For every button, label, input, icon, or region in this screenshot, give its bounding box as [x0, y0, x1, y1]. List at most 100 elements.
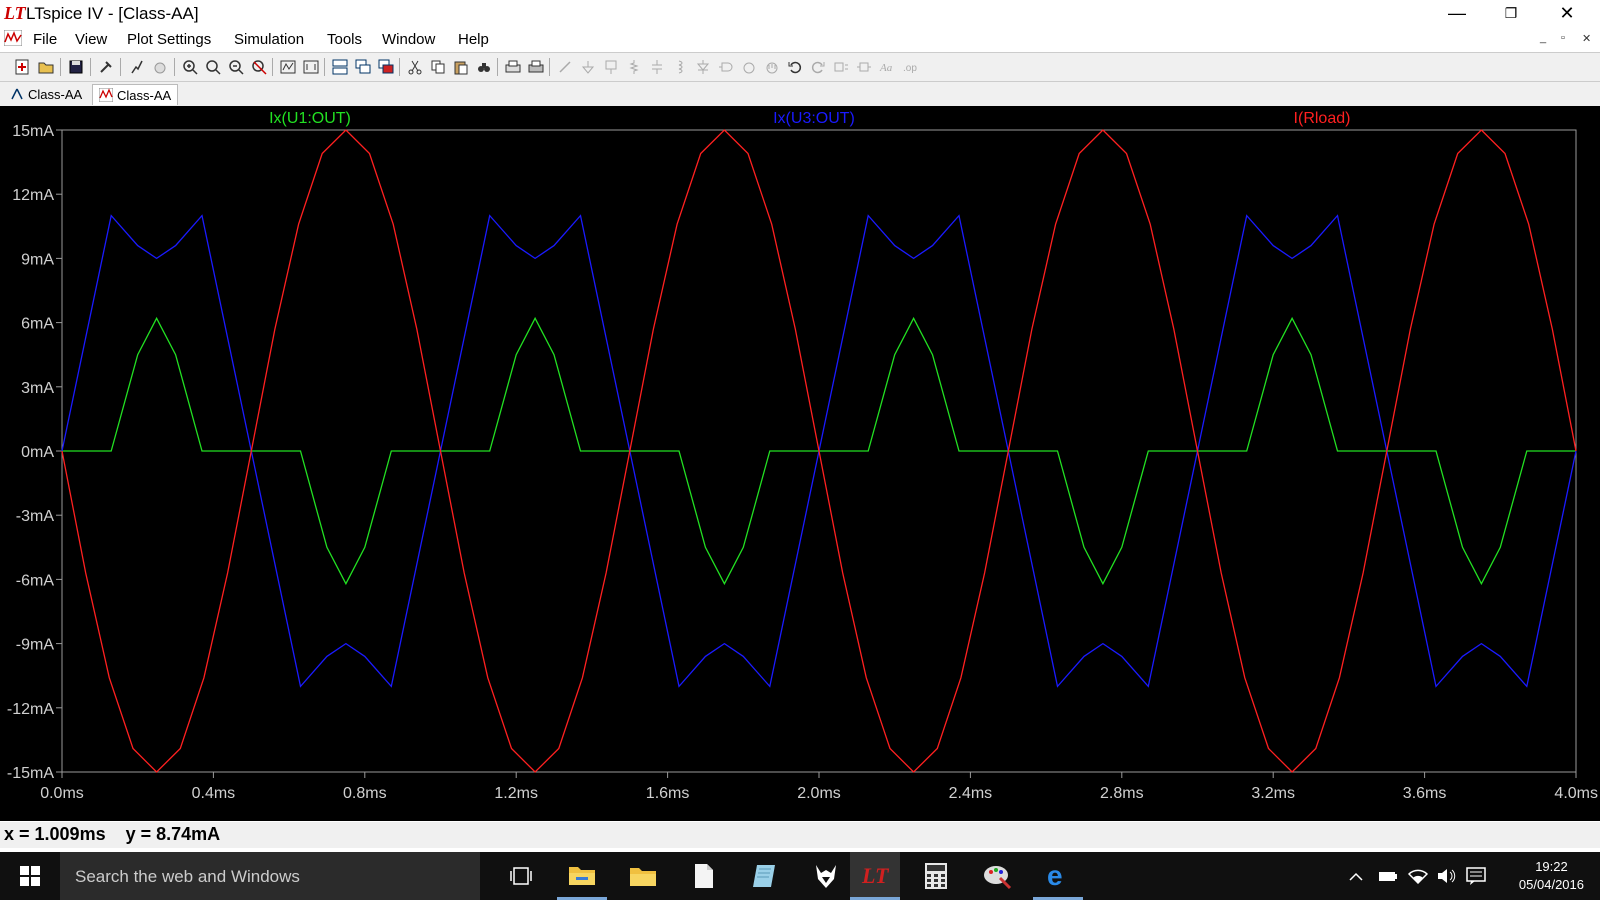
- x-tick-label: 1.6ms: [646, 785, 690, 802]
- open-folder-icon[interactable]: [36, 57, 56, 77]
- cut-icon[interactable]: [405, 57, 425, 77]
- x-tick-label: 3.2ms: [1251, 785, 1295, 802]
- show-hidden-icons-chevron-icon[interactable]: [1346, 866, 1366, 886]
- x-tick-label: 0.0ms: [40, 785, 84, 802]
- print-icon[interactable]: [526, 57, 546, 77]
- capacitor-icon[interactable]: [647, 57, 667, 77]
- taskbar-calculator[interactable]: [911, 852, 961, 900]
- text-icon[interactable]: Aa: [877, 57, 897, 77]
- taskbar-folder[interactable]: [618, 852, 668, 900]
- component-icon[interactable]: [716, 57, 736, 77]
- volume-icon[interactable]: [1436, 866, 1456, 886]
- menu-plot-settings[interactable]: Plot Settings: [127, 31, 211, 48]
- close-button[interactable]: ✕: [1542, 0, 1592, 28]
- mdi-close-button[interactable]: ✕: [1582, 32, 1591, 45]
- x-tick-label: 2.8ms: [1100, 785, 1144, 802]
- zoom-pan-icon[interactable]: [203, 57, 223, 77]
- menu-view[interactable]: View: [75, 31, 107, 48]
- y-tick-label: -12mA: [7, 701, 54, 718]
- title-bar: LT LTspice IV - [Class-AA] — ❐ ✕: [0, 0, 1600, 28]
- taskbar-document[interactable]: [679, 852, 729, 900]
- y-tick-label: 3mA: [21, 380, 54, 397]
- rotate-icon[interactable]: [831, 57, 851, 77]
- menu-tools[interactable]: Tools: [327, 31, 362, 48]
- resistor-icon[interactable]: [624, 57, 644, 77]
- menu-file[interactable]: File: [33, 31, 57, 48]
- find-icon[interactable]: [474, 57, 494, 77]
- wifi-icon[interactable]: [1408, 866, 1428, 886]
- menu-bar: File View Plot Settings Simulation Tools…: [0, 28, 1600, 50]
- spice-directive-icon[interactable]: .op: [900, 57, 920, 77]
- zoom-fit-icon[interactable]: [249, 57, 269, 77]
- tile-horizontal-icon[interactable]: [330, 57, 350, 77]
- autorange-icon[interactable]: [278, 57, 298, 77]
- waveform-app-icon[interactable]: [4, 30, 22, 46]
- ltspice-logo: LT: [4, 3, 26, 23]
- task-view-button[interactable]: [496, 852, 546, 900]
- tile-vertical-icon[interactable]: [376, 57, 396, 77]
- run-icon[interactable]: [126, 57, 146, 77]
- manual-limits-icon[interactable]: [301, 57, 321, 77]
- menu-simulation[interactable]: Simulation: [234, 31, 304, 48]
- redo-icon[interactable]: [808, 57, 828, 77]
- trace-label: I(Rload): [1294, 110, 1351, 127]
- x-tick-label: 3.6ms: [1403, 785, 1447, 802]
- diode-icon[interactable]: [693, 57, 713, 77]
- mirror-icon[interactable]: [854, 57, 874, 77]
- minimize-button[interactable]: —: [1432, 0, 1482, 28]
- edge-browser-icon: e: [1047, 861, 1063, 889]
- save-icon[interactable]: [66, 57, 86, 77]
- restore-button[interactable]: ❐: [1486, 0, 1536, 28]
- document-tabs: Class-AA Class-AA: [0, 82, 1600, 106]
- y-tick-label: -15mA: [7, 765, 54, 782]
- tab-waveform[interactable]: Class-AA: [92, 84, 179, 105]
- windows-logo-icon: [20, 866, 40, 886]
- taskbar-edge[interactable]: e: [1033, 852, 1083, 900]
- cursor-readout: x = 1.009ms y = 8.74mA: [4, 824, 221, 844]
- ground-icon[interactable]: [578, 57, 598, 77]
- taskbar-ltspice[interactable]: LT: [850, 852, 900, 900]
- move-hand-icon[interactable]: [739, 57, 759, 77]
- drag-hand-icon[interactable]: [762, 57, 782, 77]
- svg-text:.op: .op: [903, 63, 917, 74]
- svg-text:LT: LT: [861, 863, 890, 888]
- menu-window[interactable]: Window: [382, 31, 435, 48]
- halt-hand-icon[interactable]: [150, 57, 170, 77]
- taskbar-file-explorer[interactable]: [557, 852, 607, 900]
- taskbar-search-box[interactable]: Search the web and Windows: [60, 852, 480, 900]
- inductor-icon[interactable]: [670, 57, 690, 77]
- copy-icon[interactable]: [428, 57, 448, 77]
- clock-date: 05/04/2016: [1518, 877, 1584, 892]
- system-clock[interactable]: 19:22 05/04/2016: [1519, 858, 1584, 894]
- y-tick-label: 9mA: [21, 251, 54, 268]
- waveform-chart[interactable]: 15mA 12mA 9mA 6mA 3mA 0mA -3mA -6mA -9mA -12mA -15…: [0, 106, 1600, 821]
- zoom-out-icon[interactable]: [226, 57, 246, 77]
- cascade-icon[interactable]: [353, 57, 373, 77]
- tab-schematic[interactable]: Class-AA: [4, 84, 88, 104]
- zoom-in-icon[interactable]: [180, 57, 200, 77]
- y-tick-label: -6mA: [16, 572, 55, 589]
- mdi-restore-button[interactable]: ▫: [1561, 32, 1565, 44]
- svg-text:Aa: Aa: [879, 62, 893, 74]
- menu-help[interactable]: Help: [458, 31, 489, 48]
- folder-icon: [630, 868, 656, 886]
- waveform-plot-pane[interactable]: 15mA 12mA 9mA 6mA 3mA 0mA -3mA -6mA -9mA -12mA -15…: [0, 106, 1600, 821]
- windows-taskbar: Search the web and Windows LT e 19:22 05…: [0, 852, 1600, 900]
- battery-icon[interactable]: [1378, 866, 1398, 886]
- paste-icon[interactable]: [451, 57, 471, 77]
- print-setup-icon[interactable]: [503, 57, 523, 77]
- action-center-icon[interactable]: [1466, 866, 1486, 886]
- mdi-minimize-button[interactable]: _: [1540, 32, 1546, 44]
- new-schematic-icon[interactable]: [12, 57, 32, 77]
- x-tick-label: 0.4ms: [192, 785, 236, 802]
- taskbar-paint[interactable]: [972, 852, 1022, 900]
- x-tick-label: 1.2ms: [494, 785, 538, 802]
- undo-icon[interactable]: [785, 57, 805, 77]
- taskbar-notepad[interactable]: [740, 852, 790, 900]
- control-panel-icon[interactable]: [96, 57, 116, 77]
- label-net-icon[interactable]: [601, 57, 621, 77]
- status-bar: x = 1.009ms y = 8.74mA: [0, 822, 1600, 848]
- start-button[interactable]: [5, 852, 55, 900]
- taskbar-fox-app[interactable]: [801, 852, 851, 900]
- draw-wire-icon[interactable]: [555, 57, 575, 77]
